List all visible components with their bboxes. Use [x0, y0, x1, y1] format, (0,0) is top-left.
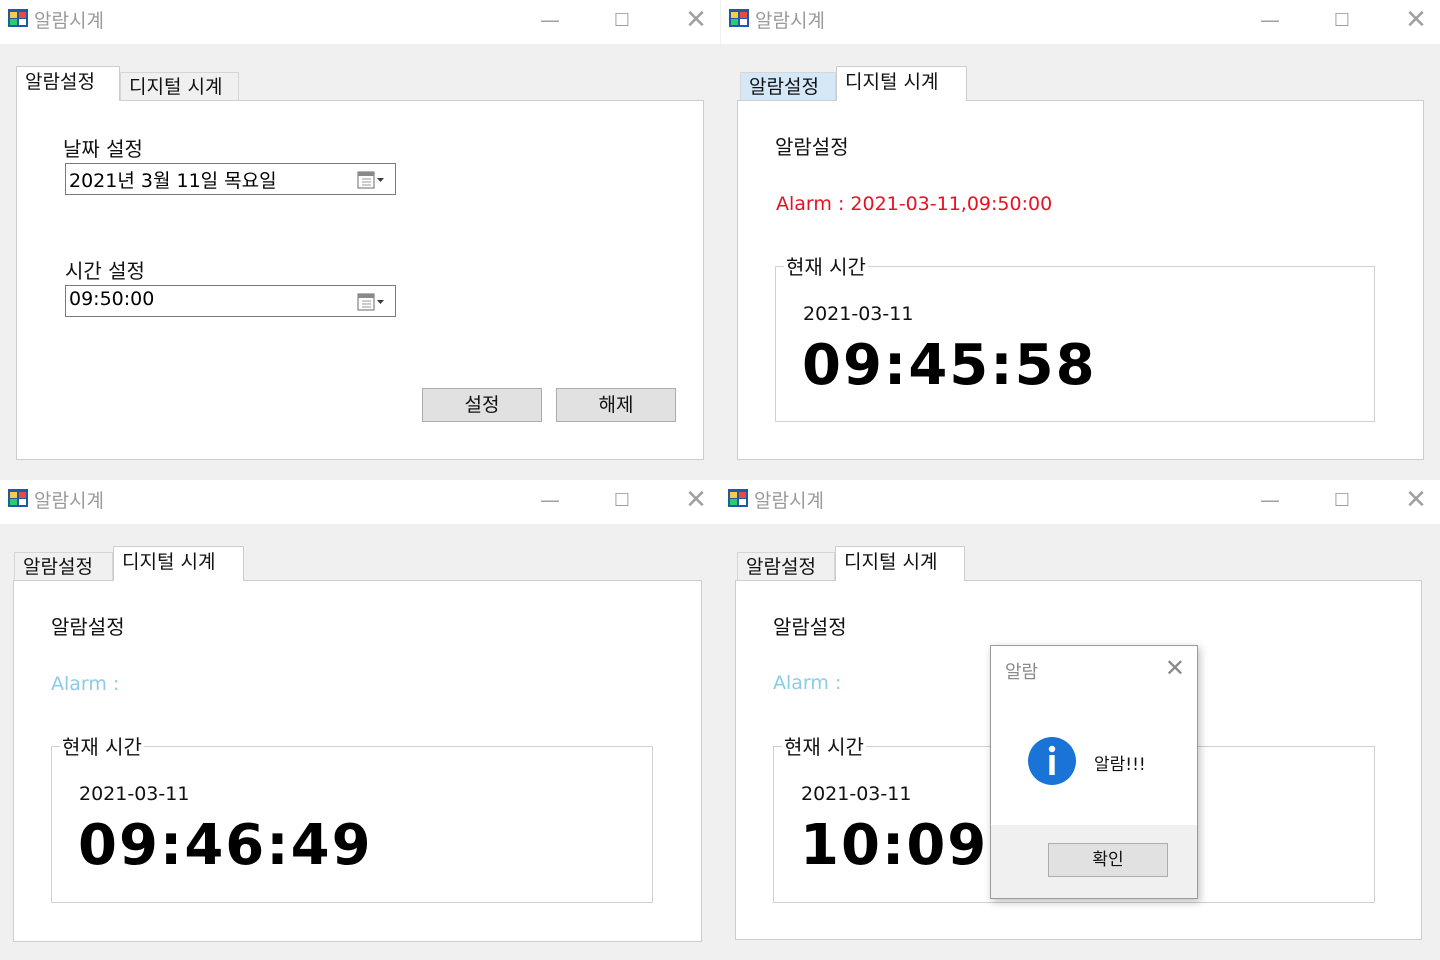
message-box-footer: 확인	[991, 825, 1197, 898]
maximize-button[interactable]: ☐	[602, 480, 642, 520]
alarm-clock-window-settings: 알람시계 — ☐ ✕ 알람설정 디지털 시계 날짜 설정 2021년 3월 11…	[0, 0, 720, 478]
tab-alarm-setting[interactable]: 알람설정	[737, 552, 835, 580]
tab-alarm-setting[interactable]: 알람설정	[16, 66, 120, 101]
alarm-heading: 알람설정	[51, 615, 125, 639]
tab-panel-alarm-setting: 날짜 설정 2021년 3월 11일 목요일 시간 설정 09:50:00 설정…	[16, 100, 704, 460]
app-icon	[729, 9, 749, 27]
title-bar[interactable]: 알람시계 — ☐ ✕	[720, 480, 1440, 524]
tab-digital-clock[interactable]: 디지털 시계	[113, 546, 244, 581]
minimize-button[interactable]: —	[1250, 0, 1290, 40]
digital-clock-time: 09:46:49	[78, 813, 373, 878]
message-box-close-button[interactable]: ✕	[1165, 654, 1185, 682]
minimize-button[interactable]: —	[1250, 480, 1290, 520]
info-icon	[1028, 737, 1076, 785]
app-icon	[8, 489, 28, 507]
alarm-status-text: Alarm : 2021-03-11,09:50:00	[776, 193, 1053, 215]
maximize-button[interactable]: ☐	[1322, 480, 1362, 520]
date-label: 날짜 설정	[63, 137, 143, 161]
time-picker-value: 09:50:00	[69, 288, 155, 310]
tab-alarm-setting[interactable]: 알람설정	[14, 552, 113, 580]
message-box-title: 알람	[1005, 662, 1039, 683]
close-button[interactable]: ✕	[676, 0, 716, 40]
window-title: 알람시계	[755, 10, 825, 32]
close-button[interactable]: ✕	[1396, 480, 1436, 520]
app-icon	[728, 489, 748, 507]
app-icon	[8, 9, 28, 27]
calendar-dropdown-icon[interactable]	[357, 170, 385, 190]
alarm-clock-window-clock-alarm-set: 알람시계 — ☐ ✕ 알람설정 디지털 시계 알람설정 Alarm : 2021…	[721, 0, 1440, 478]
alarm-clock-window-clock: 알람시계 — ☐ ✕ 알람설정 디지털 시계 알람설정 Alarm : 현재 시…	[0, 480, 720, 960]
current-time-group-title: 현재 시간	[782, 731, 866, 760]
maximize-button[interactable]: ☐	[1322, 0, 1362, 40]
calendar-dropdown-icon[interactable]	[357, 292, 385, 312]
current-time-group-title: 현재 시간	[60, 731, 144, 760]
alarm-heading: 알람설정	[775, 135, 849, 159]
window-title: 알람시계	[754, 490, 824, 512]
clear-button[interactable]: 해제	[556, 388, 676, 422]
title-bar[interactable]: 알람시계 — ☐ ✕	[0, 0, 720, 44]
maximize-button[interactable]: ☐	[602, 0, 642, 40]
title-bar[interactable]: 알람시계 — ☐ ✕	[0, 480, 720, 524]
window-title: 알람시계	[34, 10, 104, 32]
minimize-button[interactable]: —	[530, 0, 570, 40]
tab-digital-clock[interactable]: 디지털 시계	[836, 66, 967, 101]
time-picker[interactable]: 09:50:00	[65, 285, 396, 317]
minimize-button[interactable]: —	[530, 480, 570, 520]
time-label: 시간 설정	[65, 259, 145, 283]
close-button[interactable]: ✕	[676, 480, 716, 520]
current-time-group-title: 현재 시간	[784, 251, 868, 280]
date-picker-value: 2021년 3월 11일 목요일	[69, 170, 277, 192]
current-time-group: 현재 시간 2021-03-11 09:46:49	[51, 731, 653, 903]
date-picker[interactable]: 2021년 3월 11일 목요일	[65, 163, 396, 195]
message-box-text: 알람!!!	[1094, 755, 1146, 775]
tab-digital-clock[interactable]: 디지털 시계	[120, 72, 239, 100]
ok-button[interactable]: 확인	[1048, 843, 1168, 877]
current-date: 2021-03-11	[79, 783, 190, 805]
digital-clock-time: 09:45:58	[802, 333, 1097, 398]
alarm-status-text: Alarm :	[773, 672, 842, 694]
alarm-status-text: Alarm :	[51, 673, 120, 695]
current-date: 2021-03-11	[801, 783, 912, 805]
digital-clock-time: 10:09:	[800, 813, 1013, 878]
tab-panel-digital-clock: 알람설정 Alarm : 현재 시간 2021-03-11 09:46:49	[13, 580, 702, 942]
alarm-message-box: 알람 ✕ 알람!!! 확인	[990, 645, 1198, 899]
current-date: 2021-03-11	[803, 303, 914, 325]
title-bar[interactable]: 알람시계 — ☐ ✕	[721, 0, 1440, 44]
current-time-group: 현재 시간 2021-03-11 09:45:58	[775, 251, 1375, 422]
tab-alarm-setting[interactable]: 알람설정	[740, 72, 836, 100]
close-button[interactable]: ✕	[1396, 0, 1436, 40]
tab-digital-clock[interactable]: 디지털 시계	[835, 546, 965, 581]
tab-panel-digital-clock: 알람설정 Alarm : 2021-03-11,09:50:00 현재 시간 2…	[737, 100, 1424, 460]
set-button[interactable]: 설정	[422, 388, 542, 422]
alarm-heading: 알람설정	[773, 615, 847, 639]
window-title: 알람시계	[34, 490, 104, 512]
